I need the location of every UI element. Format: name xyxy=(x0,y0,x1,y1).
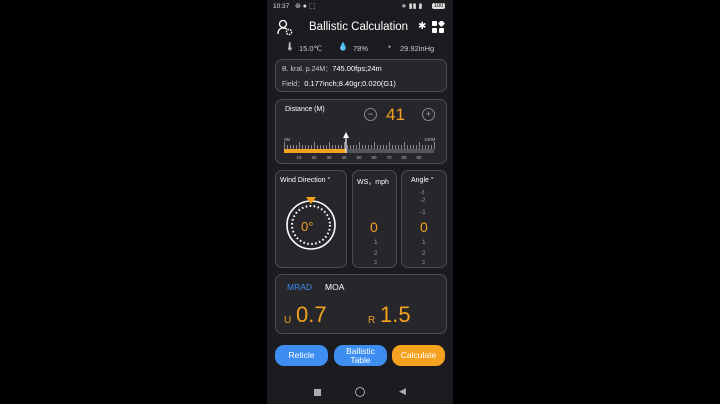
angle-next-2: 2 xyxy=(422,251,426,257)
angle-label: Angle ° xyxy=(411,177,434,184)
tab-moa[interactable]: MOA xyxy=(325,282,344,292)
ruler-marker-icon[interactable] xyxy=(342,132,349,153)
nav-back-icon[interactable]: ◀ xyxy=(399,386,406,397)
ruler-tick-label: 10 xyxy=(296,155,302,160)
notification-icons: ⊛ ● ⬚ xyxy=(295,3,316,10)
distance-card: Distance (M) − 41 + 0M 100M 10 20 30 40 50 60… xyxy=(275,99,447,164)
reticle-button-label: Reticle xyxy=(288,350,315,360)
angle-value: 0 xyxy=(420,219,428,235)
angle-prev-1: -1 xyxy=(420,209,426,216)
signal-icons: ∗ ▮▮ ▮ xyxy=(401,3,423,10)
ruler-tick xyxy=(359,142,360,149)
distance-minus-button[interactable]: − xyxy=(364,108,377,121)
ruler-tick-label: 80 xyxy=(401,155,407,160)
nav-home-icon[interactable] xyxy=(355,387,365,397)
status-time: 10:37 xyxy=(273,3,290,10)
ruler-tick-label: 90 xyxy=(416,155,422,160)
ruler-tick xyxy=(404,142,405,149)
profile-line-2-value: 0.177inch;8.40gr;0.020(G1) xyxy=(304,79,396,88)
phone-screen: 10:37 ⊛ ● ⬚ ∗ ▮▮ ▮ 100 Ballistic Calcula… xyxy=(267,0,453,404)
profile-line-2: Field：0.177inch;8.40gr;0.020(G1) xyxy=(282,79,396,89)
temperature-icon: 🌡 xyxy=(285,42,296,51)
humidity-icon: 💧 xyxy=(338,42,348,51)
ruler-tick xyxy=(389,142,390,149)
angle-card[interactable]: Angle ° -3 -2 -1 0 1 2 3 xyxy=(401,170,447,268)
angle-prev-3: -3 xyxy=(420,190,425,196)
pressure-gauge-icon: ◔ xyxy=(386,42,392,52)
up-label: U xyxy=(284,315,292,326)
distance-plus-button[interactable]: + xyxy=(422,108,435,121)
result-card: MRAD MOA U 0.7 R 1.5 xyxy=(275,274,447,334)
ballistic-table-label-2: Table xyxy=(350,354,371,365)
profile-line-1-value: 745.00fps;24m xyxy=(332,64,382,73)
ruler-tick xyxy=(329,142,330,149)
battery-icon: 100 xyxy=(432,3,446,9)
right-label: R xyxy=(368,315,376,326)
wind-direction-label: Wind Direction ° xyxy=(280,177,331,184)
ruler-tick-label: 30 xyxy=(326,155,332,160)
wind-speed-next-1: 1 xyxy=(374,239,378,246)
ballistic-table-button[interactable]: Ballistic Table xyxy=(334,345,387,366)
wind-direction-value: 0° xyxy=(301,219,314,234)
distance-label: Distance (M) xyxy=(285,106,325,113)
reticle-button[interactable]: Reticle xyxy=(275,345,328,366)
wind-speed-value: 0 xyxy=(370,219,378,235)
status-bar: 10:37 ⊛ ● ⬚ ∗ ▮▮ ▮ 100 xyxy=(267,2,453,12)
grid-menu-icon[interactable] xyxy=(432,20,445,34)
wind-speed-card[interactable]: WS，mph 0 1 2 3 xyxy=(352,170,397,268)
ruler-tick xyxy=(374,142,375,149)
wind-speed-next-2: 2 xyxy=(374,251,378,257)
ruler-tick xyxy=(314,142,315,149)
profile-card[interactable]: B. kral. p.24M：745.00fps;24m Field：0.177… xyxy=(275,59,447,92)
ruler-tick-label: 20 xyxy=(311,155,317,160)
ruler-tick xyxy=(284,142,285,149)
ruler-tick-label: 50 xyxy=(356,155,362,160)
page-title: Ballistic Calculation xyxy=(309,21,409,33)
profile-line-2-label: Field： xyxy=(282,81,305,88)
right-value: 1.5 xyxy=(380,302,411,327)
distance-value: 41 xyxy=(386,105,405,124)
ruler-tick-label: 70 xyxy=(386,155,392,160)
distance-ruler[interactable]: 0M 100M 10 20 30 40 50 60 70 80 90 xyxy=(282,128,438,160)
bluetooth-icon[interactable]: ✱ xyxy=(418,21,426,32)
ruler-fill xyxy=(284,149,346,153)
angle-prev-2: -2 xyxy=(420,198,426,204)
ruler-tick xyxy=(299,142,300,149)
ruler-tick-label: 40 xyxy=(341,155,347,160)
angle-next-1: 1 xyxy=(422,239,426,246)
up-value: 0.7 xyxy=(296,302,327,327)
angle-next-3: 3 xyxy=(422,260,425,266)
calculate-button-label: Calculate xyxy=(400,350,437,360)
profile-line-1-label: B. kral. p.24M： xyxy=(282,66,333,73)
profile-line-1: B. kral. p.24M：745.00fps;24m xyxy=(282,64,382,74)
temperature-value: 15.0℃ xyxy=(299,44,323,53)
tab-mrad[interactable]: MRAD xyxy=(287,282,312,292)
user-settings-icon[interactable] xyxy=(277,18,293,36)
nav-recents-icon[interactable] xyxy=(314,389,321,396)
ruler-tick-label: 60 xyxy=(371,155,377,160)
calculate-button[interactable]: Calculate xyxy=(392,345,445,366)
ruler-tick xyxy=(434,142,435,149)
pressure-value: 29.92inHg xyxy=(400,44,435,53)
wind-direction-card[interactable]: Wind Direction ° 0° xyxy=(275,170,347,268)
ruler-tick xyxy=(419,142,420,149)
wind-speed-next-3: 3 xyxy=(374,260,377,266)
humidity-value: 78% xyxy=(353,44,369,53)
wind-speed-label: WS，mph xyxy=(357,179,389,186)
